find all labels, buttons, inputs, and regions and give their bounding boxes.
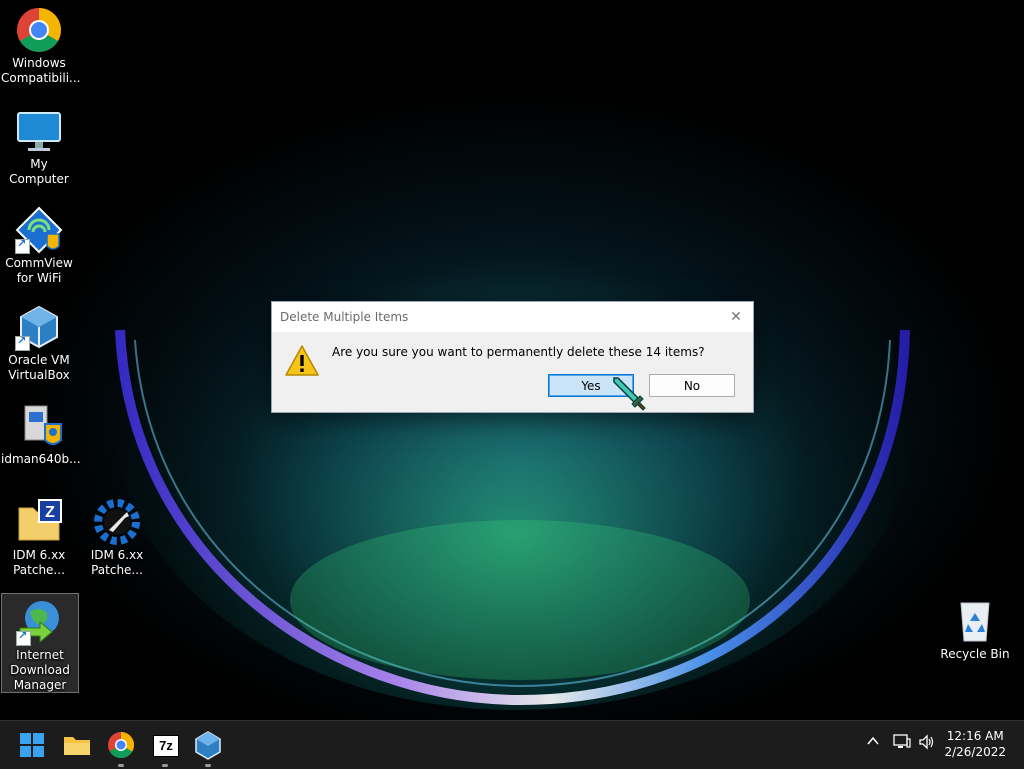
desktop-icon-label: Oracle VM VirtualBox xyxy=(8,353,70,382)
7zip-label: 7z xyxy=(153,735,179,757)
virtualbox-icon[interactable] xyxy=(192,729,224,767)
delete-confirmation-dialog: Delete Multiple Items ✕ Are you sure you… xyxy=(271,301,754,413)
close-icon[interactable]: ✕ xyxy=(725,307,747,327)
warning-icon xyxy=(285,345,319,377)
desktop-icon-windows-compatibility[interactable]: Windows Compatibili... xyxy=(1,2,81,86)
svg-text:Z: Z xyxy=(45,504,55,521)
idm-globe-icon xyxy=(16,598,64,646)
desktop-icon-label: CommView for WiFi xyxy=(5,256,73,285)
desktop-icon-virtualbox[interactable]: Oracle VM VirtualBox xyxy=(1,299,77,383)
file-explorer-icon[interactable] xyxy=(61,729,93,761)
desktop-icon-label: IDM 6.xx Patche... xyxy=(12,548,66,577)
desktop-icon-label: idman640b... xyxy=(1,452,81,466)
desktop-icon-idman-installer[interactable]: idman640b... xyxy=(1,398,81,467)
monitor-icon xyxy=(15,107,63,155)
desktop-icon-recycle-bin[interactable]: Recycle Bin xyxy=(937,593,1013,662)
7zip-icon[interactable]: 7z xyxy=(149,729,181,767)
desktop-icon-label: Windows Compatibili... xyxy=(1,56,81,85)
commview-icon xyxy=(15,206,63,254)
desktop-icon-label: IDM 6.xx Patche... xyxy=(90,548,144,577)
zip-archive-icon: Z xyxy=(15,498,63,546)
running-indicator xyxy=(205,764,211,767)
running-indicator xyxy=(162,764,168,767)
recycle-bin-icon xyxy=(951,597,999,645)
show-hidden-icons-chevron-icon[interactable] xyxy=(866,734,880,752)
dialog-titlebar[interactable]: Delete Multiple Items ✕ xyxy=(272,302,753,332)
system-clock[interactable]: 12:16 AM 2/26/2022 xyxy=(944,728,1006,760)
desktop-icon-label: Recycle Bin xyxy=(940,647,1010,661)
desktop-icon-idm-patch-2[interactable]: IDM 6.xx Patche... xyxy=(79,494,155,578)
patch-gear-icon xyxy=(93,498,141,546)
volume-icon[interactable] xyxy=(918,734,936,754)
running-indicator xyxy=(118,764,124,767)
installer-icon xyxy=(15,402,63,450)
taskbar: 7z 12:16 AM 2/26/2022 xyxy=(0,720,1024,769)
desktop-icon-commview[interactable]: CommView for WiFi xyxy=(1,202,77,286)
virtualbox-icon xyxy=(15,303,63,351)
shortcut-arrow-icon xyxy=(16,629,31,646)
chrome-icon xyxy=(15,6,63,54)
desktop-icon-label: Internet Download Manager xyxy=(10,648,70,692)
clock-date: 2/26/2022 xyxy=(944,745,1006,759)
dialog-title: Delete Multiple Items xyxy=(280,310,409,324)
network-icon[interactable] xyxy=(893,734,911,754)
desktop-icon-internet-download-manager[interactable]: Internet Download Manager xyxy=(1,593,79,693)
desktop-icon-my-computer[interactable]: My Computer xyxy=(1,103,77,187)
dialog-message: Are you sure you want to permanently del… xyxy=(332,345,705,359)
shortcut-arrow-icon xyxy=(15,237,30,254)
clock-time: 12:16 AM xyxy=(946,729,1004,743)
shortcut-arrow-icon xyxy=(15,334,30,351)
no-button[interactable]: No xyxy=(649,374,735,397)
desktop-icon-label: My Computer xyxy=(9,157,69,186)
start-icon[interactable] xyxy=(16,729,48,761)
cursor-sword-icon xyxy=(612,376,646,412)
chrome-icon[interactable] xyxy=(105,729,137,767)
desktop-icon-idm-patch-1[interactable]: Z IDM 6.xx Patche... xyxy=(1,494,77,578)
